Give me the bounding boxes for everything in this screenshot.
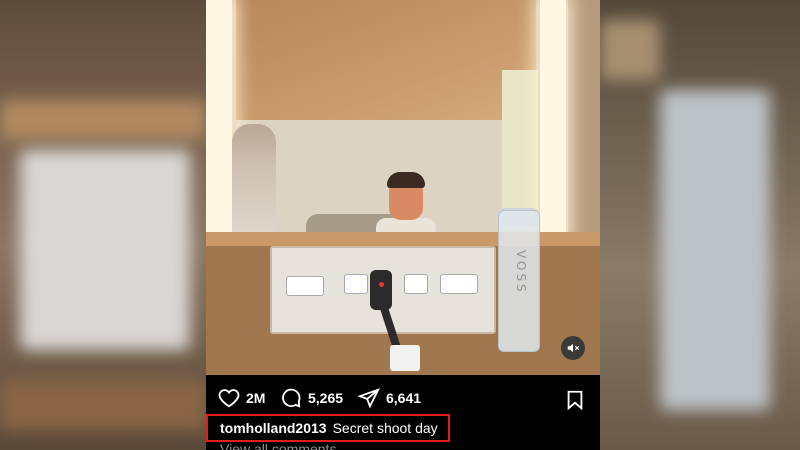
comment-button[interactable]: 5,265 [280,385,343,411]
comment-count: 5,265 [308,390,344,406]
heart-icon [218,389,240,408]
caption-highlight: tomholland2013 Secret shoot day [206,414,450,442]
bookmark-icon [567,390,583,411]
share-button[interactable]: 6,641 [358,385,421,411]
caption-text: Secret shoot day [332,420,438,436]
bottle-label: VOSS [514,250,528,295]
like-count: 2M [246,390,266,406]
like-button[interactable]: 2M [218,385,265,411]
blurred-background-right [600,0,800,450]
comment-icon [282,388,301,408]
blurred-background-left [0,0,206,450]
save-button[interactable] [564,387,586,413]
post-photo: VOSS [206,0,600,375]
send-icon [358,388,380,409]
caption-username[interactable]: tomholland2013 [220,420,327,436]
share-count: 6,641 [386,390,422,406]
muted-speaker-icon[interactable] [561,336,585,360]
instagram-post: VOSS 2M 5,265 6,641 tomholland2013 Secre… [206,0,600,450]
view-all-comments-link[interactable]: View all comments [220,441,336,450]
